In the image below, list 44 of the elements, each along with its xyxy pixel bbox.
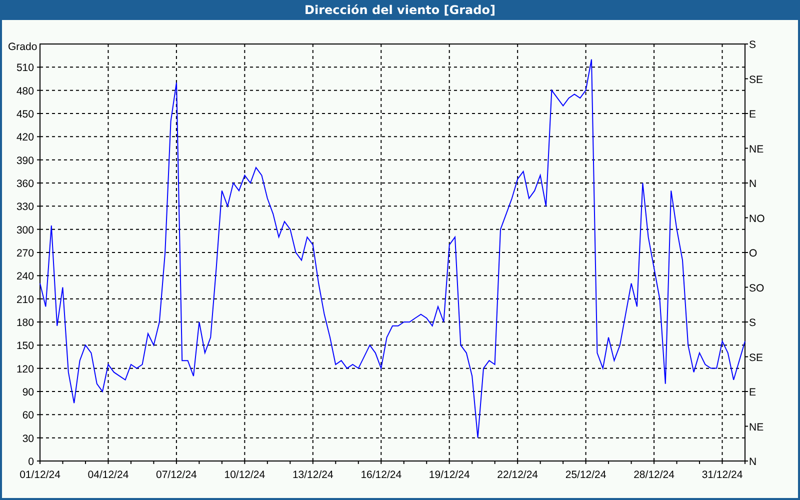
compass-label: S	[749, 39, 756, 51]
compass-label: E	[749, 108, 756, 120]
x-tick-label: 25/12/24	[565, 469, 606, 481]
x-tick-label: 28/12/24	[634, 469, 674, 481]
y-tick-label: 150	[16, 340, 34, 352]
x-tick-label: 22/12/24	[497, 469, 538, 481]
y-tick-label: 270	[16, 248, 34, 260]
compass-label: NO	[749, 212, 765, 225]
compass-label: N	[749, 178, 757, 190]
compass-label: SE	[749, 352, 764, 364]
y-tick-label: 420	[16, 132, 34, 144]
x-tick-label: 31/12/24	[702, 469, 743, 481]
x-tick-label: 01/12/24	[20, 469, 60, 481]
y-tick-label: 330	[16, 201, 34, 214]
y-tick-label: 90	[22, 386, 34, 398]
compass-label: NE	[749, 143, 764, 156]
y-tick-label: 240	[16, 270, 34, 283]
y-tick-label: 210	[16, 294, 34, 306]
y-axis-title: Grado	[8, 41, 38, 53]
compass-label: O	[749, 248, 758, 260]
x-tick-label: 19/12/24	[428, 469, 470, 481]
compass-label: N	[749, 456, 757, 468]
x-tick-label: 07/12/24	[156, 469, 197, 481]
compass-label: SE	[749, 74, 764, 86]
x-tick-label: 04/12/24	[88, 469, 129, 481]
y-tick-label: 0	[28, 456, 34, 468]
y-tick-label: 60	[22, 410, 34, 422]
y-tick-label: 300	[16, 224, 34, 236]
y-tick-label: 120	[16, 363, 34, 376]
y-tick-label: 30	[22, 432, 34, 445]
compass-label: S	[749, 317, 756, 329]
y-tick-label: 180	[16, 317, 34, 329]
window-title: Dirección del viento [Grado]	[0, 0, 800, 20]
x-tick-label: 13/12/24	[292, 469, 334, 481]
compass-label: E	[749, 386, 756, 398]
x-tick-label: 16/12/24	[360, 469, 402, 481]
x-tick-label: 10/12/24	[224, 469, 266, 481]
y-tick-label: 480	[16, 85, 34, 98]
compass-label: NE	[749, 421, 764, 434]
y-tick-label: 360	[16, 178, 34, 190]
y-tick-label: 450	[16, 108, 34, 120]
y-tick-label: 390	[16, 154, 34, 167]
y-tick-label: 510	[16, 62, 34, 74]
compass-label: SO	[749, 282, 764, 294]
